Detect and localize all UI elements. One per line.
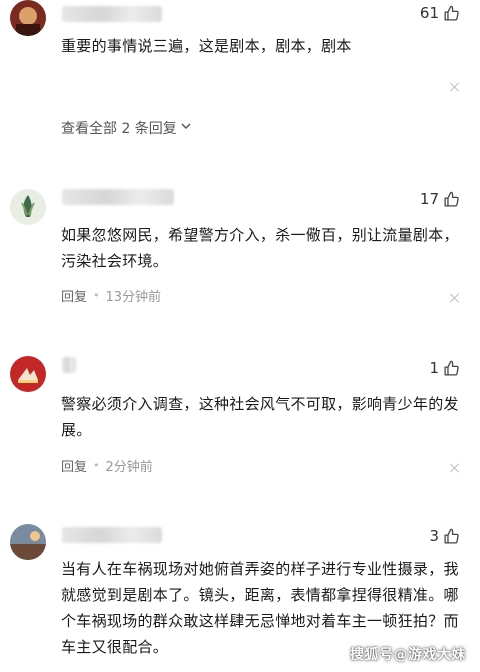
- separator-dot: •: [93, 289, 100, 302]
- comment-meta: 回复 • 13分钟前: [61, 286, 161, 305]
- like-button[interactable]: 1: [429, 359, 460, 377]
- close-icon[interactable]: [450, 293, 460, 303]
- username[interactable]: [62, 357, 76, 373]
- username[interactable]: [62, 6, 162, 22]
- timestamp: 2分钟前: [105, 460, 153, 475]
- like-count: 61: [419, 4, 439, 22]
- avatar[interactable]: [10, 189, 46, 225]
- like-button[interactable]: 17: [420, 190, 460, 208]
- like-button[interactable]: 61: [420, 4, 460, 22]
- thumbs-up-icon: [443, 5, 460, 22]
- avatar[interactable]: [10, 356, 46, 392]
- avatar[interactable]: [10, 0, 46, 36]
- timestamp: 13分钟前: [105, 290, 162, 305]
- username[interactable]: [62, 189, 174, 205]
- comment-text: 重要的事情说三遍，这是剧本，剧本，剧本: [61, 37, 352, 55]
- watermark: 搜狐号@游戏大妹: [350, 647, 466, 663]
- thumbs-up-icon: [443, 360, 460, 377]
- username[interactable]: [62, 527, 162, 543]
- comment-text: 如果忽悠网民，希望警方介入，杀一儆百，别让流量剧本，污染社会环境。: [61, 226, 459, 270]
- thumbs-up-icon: [443, 528, 460, 545]
- thumbs-up-icon: [443, 191, 460, 208]
- close-icon[interactable]: [450, 463, 460, 473]
- chevron-down-icon: [180, 120, 192, 136]
- like-button[interactable]: 3: [429, 527, 460, 545]
- comment-text: 警察必须介入调查，这种社会风气不可取，影响青少年的发展。: [61, 395, 459, 439]
- close-icon[interactable]: [450, 82, 460, 92]
- like-count: 1: [429, 359, 439, 377]
- avatar[interactable]: [10, 524, 46, 560]
- comment-meta: 回复 • 2分钟前: [61, 456, 153, 475]
- like-count: 3: [429, 527, 439, 545]
- reply-button[interactable]: 回复: [61, 456, 87, 475]
- separator-dot: •: [93, 459, 100, 472]
- expand-replies-label: 查看全部 2 条回复: [61, 121, 177, 137]
- expand-replies-link[interactable]: 查看全部 2 条回复: [61, 118, 192, 138]
- like-count: 17: [419, 190, 439, 208]
- reply-button[interactable]: 回复: [61, 286, 87, 305]
